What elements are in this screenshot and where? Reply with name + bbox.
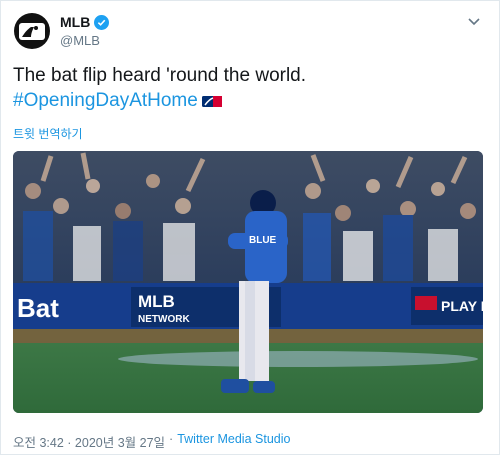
wall-sign-left: Bat bbox=[17, 293, 59, 323]
account-name-row[interactable]: MLB bbox=[60, 14, 110, 30]
tweet-timestamp[interactable]: 오전 3:42 · 2020년 3월 27일 bbox=[13, 432, 165, 451]
account-name[interactable]: MLB bbox=[60, 14, 90, 30]
tweet-media-video[interactable]: Bat MLB NETWORK PLAY B BLUE bbox=[13, 151, 483, 413]
wall-sign-right: PLAY B bbox=[441, 298, 483, 314]
wall-sign-network: NETWORK bbox=[138, 314, 190, 325]
hashtag-link[interactable]: #OpeningDayAtHome bbox=[13, 89, 198, 113]
wall-sign-mlb: MLB bbox=[138, 292, 175, 311]
mlb-logo-icon bbox=[19, 22, 45, 40]
avatar[interactable] bbox=[14, 13, 50, 49]
meta-separator: · bbox=[169, 432, 174, 446]
jersey-text: BLUE bbox=[249, 235, 277, 246]
verified-badge-icon bbox=[94, 14, 110, 30]
tweet-meta: 오전 3:42 · 2020년 3월 27일 · Twitter Media S… bbox=[13, 432, 290, 451]
tweet-text: The bat flip heard 'round the world. bbox=[13, 65, 307, 86]
chevron-down-icon[interactable] bbox=[463, 11, 485, 33]
hashtag-line: #OpeningDayAtHome bbox=[13, 89, 222, 113]
account-handle[interactable]: @MLB bbox=[60, 33, 100, 48]
tweet-card: MLB @MLB The bat flip heard 'round the w… bbox=[0, 0, 500, 455]
tweet-source-link[interactable]: Twitter Media Studio bbox=[177, 432, 290, 451]
mlb-emoji-icon bbox=[201, 95, 222, 107]
translate-tweet-link[interactable]: 트윗 번역하기 bbox=[13, 125, 83, 142]
